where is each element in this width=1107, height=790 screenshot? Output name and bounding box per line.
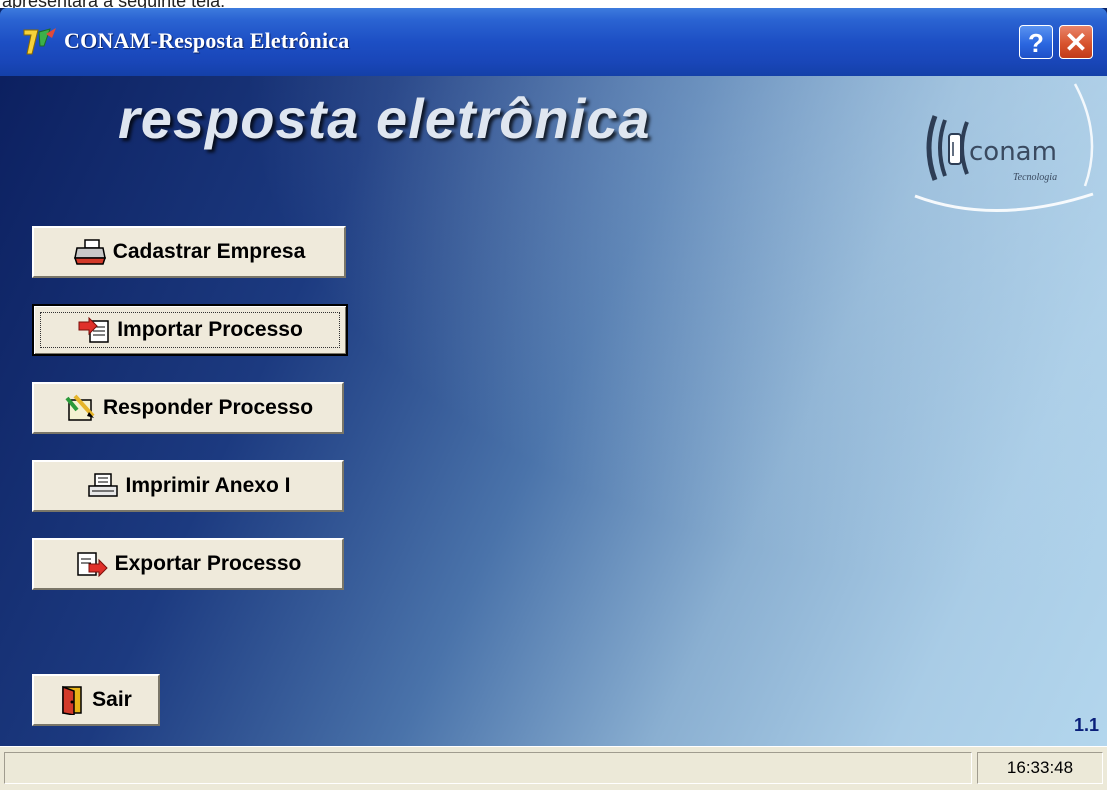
import-document-icon	[78, 316, 109, 343]
responder-processo-button[interactable]: Responder Processo	[32, 382, 344, 434]
print-icon	[87, 473, 118, 497]
main-panel: resposta eletrônica conam Tecnologia Cad…	[0, 76, 1107, 746]
exportar-processo-label: Exportar Processo	[114, 552, 302, 575]
app-icon	[23, 28, 56, 55]
cadastrar-empresa-label: Cadastrar Empresa	[112, 240, 306, 263]
window-title: CONAM-Resposta Eletrônica	[64, 28, 350, 53]
help-button[interactable]: ?	[1019, 25, 1053, 59]
pen-document-icon	[65, 394, 95, 421]
sair-button[interactable]: Sair	[32, 674, 160, 726]
logo-tagline: Tecnologia	[1013, 172, 1057, 183]
cadastrar-empresa-button[interactable]: Cadastrar Empresa	[32, 226, 346, 278]
exportar-processo-button[interactable]: Exportar Processo	[32, 538, 344, 590]
imprimir-anexo-label: Imprimir Anexo I	[125, 474, 291, 497]
logo-wordmark: conam	[969, 137, 1057, 167]
title-bar[interactable]: CONAM-Resposta Eletrônica ? ✕	[0, 8, 1107, 76]
sair-label: Sair	[92, 688, 132, 711]
conam-logo: conam Tecnologia	[914, 83, 1094, 212]
app-window: CONAM-Resposta Eletrônica ? ✕ resposta e…	[0, 8, 1107, 790]
importar-processo-button[interactable]: Importar Processo	[32, 304, 348, 356]
printer-icon	[73, 239, 106, 265]
responder-processo-label: Responder Processo	[102, 396, 314, 419]
version-label: 1.1	[1074, 715, 1100, 735]
status-clock: 16:33:48	[977, 752, 1103, 784]
app-heading: resposta eletrônica	[118, 87, 651, 150]
exit-door-icon	[62, 685, 82, 715]
status-bar: 16:33:48	[0, 746, 1107, 790]
status-panel-main	[4, 752, 972, 784]
importar-processo-label: Importar Processo	[117, 318, 303, 341]
close-button[interactable]: ✕	[1059, 25, 1093, 59]
imprimir-anexo-button[interactable]: Imprimir Anexo I	[32, 460, 344, 512]
export-document-icon	[76, 552, 108, 578]
